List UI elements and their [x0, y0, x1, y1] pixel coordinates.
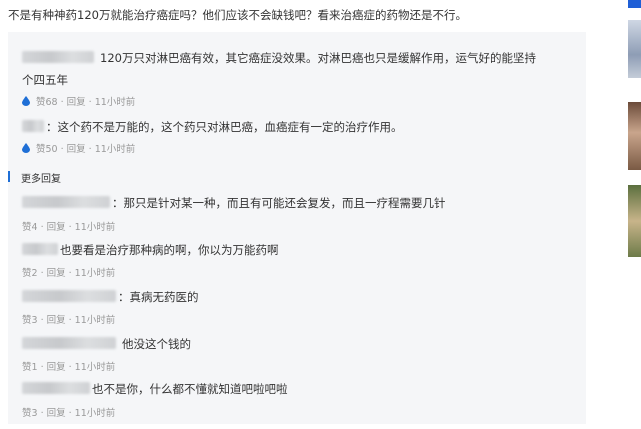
blurred-username — [22, 196, 110, 208]
thumbnail-image[interactable] — [628, 185, 641, 257]
reply-text: 他没这个钱的 — [122, 337, 191, 351]
reply-meta[interactable]: 赞2 · 回复 · 11小时前 — [22, 265, 115, 279]
reply-meta[interactable]: 赞3 · 回复 · 11小时前 — [22, 312, 115, 326]
blurred-username — [22, 290, 116, 302]
reply-meta[interactable]: 赞4 · 回复 · 11小时前 — [22, 219, 115, 233]
comment-meta-text[interactable]: 赞68 · 回复 · 11小时前 — [36, 94, 135, 108]
blurred-username — [22, 51, 94, 63]
more-replies-label[interactable]: 更多回复 — [21, 170, 61, 185]
reply-text: 也不是你，什么都不懂就知道吧啦吧啦 — [92, 382, 288, 396]
thumbnail-image[interactable] — [628, 20, 641, 78]
reply-text: ：真病无药医的 — [118, 290, 199, 304]
water-drop-icon[interactable] — [22, 96, 30, 106]
reply-meta[interactable]: 赞3 · 回复 · 11小时前 — [22, 405, 115, 419]
comment-meta: 赞50 · 回复 · 11小时前 — [22, 141, 135, 155]
reply-text: ：那只是针对某一种，而且有可能还会复发，而且一疗程需要几针 — [112, 196, 446, 210]
thumbnail-image[interactable] — [628, 0, 641, 8]
comment-text: 个四五年 — [22, 73, 68, 87]
question-title: 不是有种神药120万就能治疗癌症吗？他们应该不会缺钱吧？看来治癌症的药物还是不行… — [8, 8, 467, 22]
comment-meta-text[interactable]: 赞50 · 回复 · 11小时前 — [36, 141, 135, 155]
comment-text: ：这个药不是万能的，这个药只对淋巴癌，血癌症有一定的治疗作用。 — [46, 120, 403, 134]
blurred-username — [22, 337, 116, 349]
comment-meta: 赞68 · 回复 · 11小时前 — [22, 94, 135, 108]
comment-text: 120万只对淋巴癌有效，其它癌症没效果。对淋巴癌也只是缓解作用，运气好的能坚持 — [100, 51, 536, 65]
water-drop-icon[interactable] — [22, 143, 30, 153]
blurred-username — [22, 120, 44, 132]
reply-meta[interactable]: 赞1 · 回复 · 11小时前 — [22, 359, 115, 373]
thumbnail-image[interactable] — [628, 102, 641, 170]
blurred-username — [22, 382, 90, 394]
reply-text: 也要看是治疗那种病的啊，你以为万能药啊 — [60, 243, 279, 257]
more-replies-marker — [8, 171, 10, 182]
blurred-username — [22, 243, 58, 255]
